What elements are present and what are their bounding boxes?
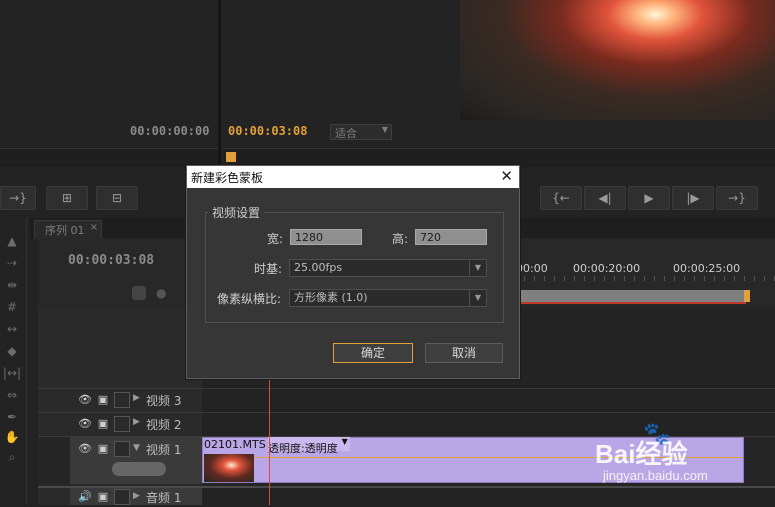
height-label: 高:: [392, 232, 409, 246]
go-to-in-button[interactable]: {←: [540, 186, 582, 210]
width-field[interactable]: 1280: [290, 229, 362, 245]
zoom-label: 适合: [335, 127, 357, 140]
track-select-tool-icon[interactable]: ⇢: [2, 254, 22, 272]
ruler-label-1: 00:00: [516, 262, 548, 275]
track-label-video3: 视频 3: [146, 394, 182, 408]
chevron-right-icon[interactable]: ▶: [133, 491, 140, 501]
dialog-titlebar[interactable]: 新建彩色蒙板 ✕: [187, 166, 519, 188]
slide-tool-icon[interactable]: ⇔: [2, 386, 22, 404]
track-lock-toggle[interactable]: [114, 392, 130, 408]
track-lock-toggle[interactable]: [114, 416, 130, 432]
chevron-down-icon: ▼: [469, 290, 486, 306]
watermark-brand: Bai经验: [595, 439, 688, 469]
slip-tool-icon[interactable]: |↔|: [2, 364, 22, 382]
clip-thumbnail: [204, 454, 254, 482]
insert-button[interactable]: ⊞: [46, 186, 88, 210]
track-lock-toggle[interactable]: [114, 441, 130, 457]
sync-lock-icon[interactable]: ▣: [96, 417, 110, 431]
track-label-audio1: 音频 1: [146, 491, 182, 505]
timebase-label: 时基:: [254, 262, 283, 276]
sync-lock-icon[interactable]: ▣: [96, 490, 110, 504]
timeline-playhead[interactable]: [269, 376, 270, 505]
par-label: 像素纵横比:: [217, 292, 282, 306]
par-select[interactable]: 方形像素 (1.0) ▼: [289, 289, 487, 307]
chevron-down-icon: ▼: [381, 125, 388, 134]
timebase-value: 25.00fps: [294, 261, 343, 274]
rolling-edit-tool-icon[interactable]: #: [2, 298, 22, 316]
close-icon[interactable]: ✕: [500, 167, 513, 185]
sequence-timecode[interactable]: 00:00:03:08: [68, 253, 154, 268]
rate-stretch-tool-icon[interactable]: ↔: [2, 320, 22, 338]
watermark-url: jingyan.baidu.com: [603, 468, 708, 483]
tab-sequence-label: 序列 01: [45, 224, 85, 237]
eye-icon[interactable]: 👁: [78, 442, 92, 456]
sync-lock-icon[interactable]: ▣: [96, 393, 110, 407]
chevron-right-icon[interactable]: ▶: [133, 417, 140, 427]
go-to-out-button[interactable]: →}: [716, 186, 758, 210]
program-video-frame: [460, 0, 775, 120]
marker-icon[interactable]: ●: [156, 286, 170, 300]
dialog-title: 新建彩色蒙板: [191, 171, 264, 185]
track-lock-toggle[interactable]: [114, 489, 130, 505]
chevron-down-icon: ▼: [469, 260, 486, 276]
clip-effect-dropdown[interactable]: 透明度:透明度 ▼: [268, 437, 350, 455]
speaker-icon[interactable]: 🔊: [78, 490, 92, 504]
step-back-button[interactable]: ◀|: [584, 186, 626, 210]
zoom-tool-icon[interactable]: ⌕: [2, 448, 22, 466]
baidu-jingyan-watermark: 🐾 Bai经验 jingyan.baidu.com: [595, 420, 775, 490]
width-label: 宽:: [267, 232, 284, 246]
sync-lock-icon[interactable]: ▣: [96, 442, 110, 456]
clip-effect-label: 透明度:透明度: [268, 442, 338, 455]
play-button[interactable]: ▶: [628, 186, 670, 210]
track-label-video1: 视频 1: [146, 443, 182, 457]
ruler-label-3: 00:00:25:00: [673, 262, 741, 275]
video-settings-title: 视频设置: [208, 204, 265, 221]
playhead-marker[interactable]: [226, 152, 236, 162]
selection-tool-icon[interactable]: ▲: [2, 232, 22, 250]
new-color-matte-dialog: 新建彩色蒙板 ✕ 视频设置 宽: 1280 高: 720 时基: 25.00fp…: [186, 165, 520, 379]
eye-icon[interactable]: 👁: [78, 417, 92, 431]
par-value: 方形像素 (1.0): [294, 291, 368, 304]
chevron-down-icon: ▼: [341, 437, 348, 446]
cancel-button[interactable]: 取消: [425, 343, 503, 363]
step-forward-button[interactable]: |▶: [672, 186, 714, 210]
source-timecode[interactable]: 00:00:00:00: [130, 124, 209, 138]
overlay-button[interactable]: ⊟: [96, 186, 138, 210]
chevron-down-icon[interactable]: ▼: [133, 443, 140, 453]
ok-button[interactable]: 确定: [333, 343, 413, 363]
tab-sequence[interactable]: 序列 01 ×: [34, 220, 102, 239]
pen-tool-icon[interactable]: ✒: [2, 408, 22, 426]
ripple-edit-tool-icon[interactable]: ⇹: [2, 276, 22, 294]
mark-out-button[interactable]: →}: [0, 186, 36, 210]
keyframe-nav[interactable]: [112, 462, 166, 476]
chevron-right-icon[interactable]: ▶: [133, 393, 140, 403]
hand-tool-icon[interactable]: ✋: [2, 428, 22, 446]
track-label-video2: 视频 2: [146, 418, 182, 432]
timebase-select[interactable]: 25.00fps ▼: [289, 259, 487, 277]
work-area-end-handle[interactable]: [744, 290, 750, 302]
zoom-select[interactable]: 适合 ▼: [330, 124, 392, 140]
snap-icon[interactable]: [132, 286, 146, 300]
ruler-label-2: 00:00:20:00: [573, 262, 641, 275]
height-field[interactable]: 720: [415, 229, 487, 245]
close-icon[interactable]: ×: [90, 222, 98, 233]
program-timecode[interactable]: 00:00:03:08: [228, 124, 307, 138]
clip-name: 02101.MTS: [204, 438, 266, 451]
eye-icon[interactable]: 👁: [78, 393, 92, 407]
razor-tool-icon[interactable]: ◆: [2, 342, 22, 360]
